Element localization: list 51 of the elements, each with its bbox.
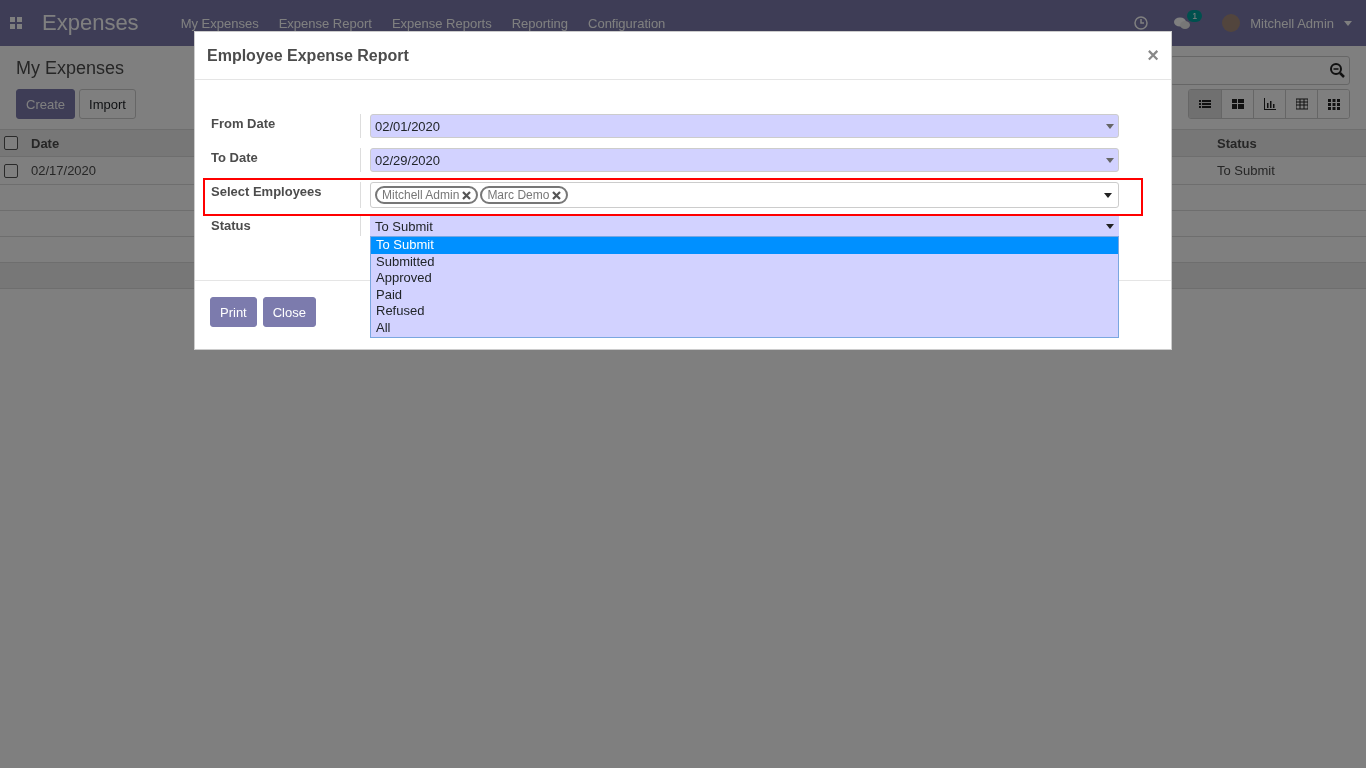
breadcrumb-title: My Expenses bbox=[16, 58, 125, 79]
employee-tag[interactable]: Mitchell Admin bbox=[375, 186, 479, 204]
select-all-checkbox[interactable] bbox=[4, 136, 18, 150]
close-dialog-button[interactable]: Close bbox=[262, 297, 316, 327]
dropdown-option[interactable]: To Submit bbox=[371, 237, 1118, 254]
field-label: From Date bbox=[203, 114, 361, 138]
date-field[interactable]: 02/29/2020 bbox=[370, 148, 1119, 172]
user-name[interactable]: Mitchell Admin bbox=[1250, 15, 1334, 31]
import-button[interactable]: Import bbox=[79, 89, 136, 119]
remove-icon[interactable] bbox=[462, 190, 472, 200]
field-label: Status bbox=[203, 216, 361, 236]
menu-item[interactable]: Reporting bbox=[511, 15, 568, 31]
kanban-icon bbox=[1231, 98, 1244, 110]
view-switch-button[interactable] bbox=[1189, 90, 1221, 118]
view-switch-button[interactable] bbox=[1317, 90, 1349, 118]
dropdown-option[interactable]: Approved bbox=[371, 270, 1118, 287]
search-field[interactable] bbox=[1170, 56, 1350, 85]
dropdown-option[interactable]: Submitted bbox=[371, 253, 1118, 271]
close-button[interactable]: × bbox=[1147, 44, 1159, 67]
menu-item[interactable]: My Expenses bbox=[180, 15, 259, 31]
dropdown-option[interactable]: All bbox=[371, 319, 1118, 337]
dropdown-option[interactable]: Refused bbox=[371, 303, 1118, 320]
apps-grid-icon[interactable] bbox=[10, 17, 22, 29]
status-select[interactable]: To Submit bbox=[370, 216, 1119, 236]
dialog-title: Employee Expense Report bbox=[207, 46, 409, 65]
employee-tag[interactable]: Marc Demo bbox=[480, 186, 569, 204]
field-label: Select Employees bbox=[203, 182, 361, 208]
table-icon bbox=[1295, 98, 1308, 110]
caret-down-icon bbox=[1344, 20, 1352, 26]
caret-down-icon bbox=[1104, 192, 1112, 198]
message-count-badge: 1 bbox=[1187, 9, 1203, 22]
menu-item[interactable]: Expense Reports bbox=[391, 15, 492, 31]
remove-icon[interactable] bbox=[552, 190, 562, 200]
search-icon bbox=[1330, 63, 1345, 78]
date-field[interactable]: 02/01/2020 bbox=[370, 114, 1119, 138]
row-checkbox[interactable] bbox=[4, 163, 18, 178]
print-button[interactable]: Print bbox=[210, 297, 257, 327]
create-button[interactable]: Create bbox=[16, 89, 76, 119]
caret-down-icon bbox=[1106, 223, 1114, 229]
clock-icon[interactable] bbox=[1134, 16, 1149, 30]
column-header[interactable]: Status bbox=[1213, 129, 1366, 157]
grid-icon bbox=[1327, 98, 1340, 110]
chat-icon[interactable] bbox=[1174, 16, 1191, 30]
app-title: Expenses bbox=[42, 10, 139, 36]
employee-tags-field[interactable]: Mitchell Admin Marc Demo bbox=[370, 182, 1119, 208]
bar-chart-icon bbox=[1263, 98, 1276, 110]
field-label: To Date bbox=[203, 148, 361, 172]
menu-item[interactable]: Expense Report bbox=[278, 15, 372, 31]
dropdown-option[interactable]: Paid bbox=[371, 286, 1118, 304]
list-icon bbox=[1199, 98, 1211, 110]
menu-item[interactable]: Configuration bbox=[588, 15, 666, 31]
